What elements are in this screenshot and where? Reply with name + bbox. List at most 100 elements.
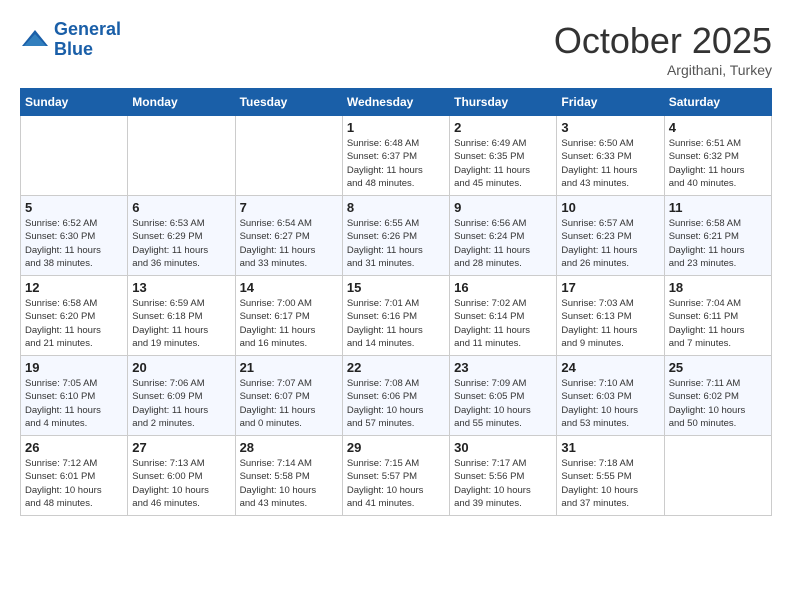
page-header: General Blue October 2025 Argithani, Tur…: [20, 20, 772, 78]
day-info: Sunrise: 7:01 AM Sunset: 6:16 PM Dayligh…: [347, 297, 445, 350]
day-info: Sunrise: 6:58 AM Sunset: 6:21 PM Dayligh…: [669, 217, 767, 270]
day-info: Sunrise: 7:11 AM Sunset: 6:02 PM Dayligh…: [669, 377, 767, 430]
day-number: 14: [240, 280, 338, 295]
calendar-cell: 10 Sunrise: 6:57 AM Sunset: 6:23 PM Dayli…: [557, 196, 664, 276]
day-number: 5: [25, 200, 123, 215]
day-number: 3: [561, 120, 659, 135]
calendar-cell: 12Sunrise: 6:58 AM Sunset: 6:20 PM Dayli…: [21, 276, 128, 356]
calendar-cell: 4 Sunrise: 6:51 AM Sunset: 6:32 PM Daylig…: [664, 116, 771, 196]
calendar-cell: 16 Sunrise: 7:02 AM Sunset: 6:14 PM Dayli…: [450, 276, 557, 356]
calendar-cell: [664, 436, 771, 516]
day-of-week-header: Sunday: [21, 89, 128, 116]
day-number: 10: [561, 200, 659, 215]
calendar-cell: [128, 116, 235, 196]
day-of-week-header: Saturday: [664, 89, 771, 116]
calendar-cell: 11Sunrise: 6:58 AM Sunset: 6:21 PM Dayli…: [664, 196, 771, 276]
day-info: Sunrise: 6:50 AM Sunset: 6:33 PM Dayligh…: [561, 137, 659, 190]
day-number: 18: [669, 280, 767, 295]
day-number: 4: [669, 120, 767, 135]
calendar-cell: 21Sunrise: 7:07 AM Sunset: 6:07 PM Dayli…: [235, 356, 342, 436]
day-number: 31: [561, 440, 659, 455]
day-number: 9: [454, 200, 552, 215]
title-block: October 2025 Argithani, Turkey: [554, 20, 772, 78]
day-number: 27: [132, 440, 230, 455]
calendar-header: SundayMondayTuesdayWednesdayThursdayFrid…: [21, 89, 772, 116]
calendar-week-row: 5 Sunrise: 6:52 AM Sunset: 6:30 PM Daylig…: [21, 196, 772, 276]
day-number: 22: [347, 360, 445, 375]
calendar-cell: 3 Sunrise: 6:50 AM Sunset: 6:33 PM Daylig…: [557, 116, 664, 196]
calendar-cell: 25 Sunrise: 7:11 AM Sunset: 6:02 PM Dayli…: [664, 356, 771, 436]
day-info: Sunrise: 7:18 AM Sunset: 5:55 PM Dayligh…: [561, 457, 659, 510]
day-number: 24: [561, 360, 659, 375]
calendar-cell: 13Sunrise: 6:59 AM Sunset: 6:18 PM Dayli…: [128, 276, 235, 356]
day-number: 2: [454, 120, 552, 135]
day-number: 19: [25, 360, 123, 375]
day-number: 17: [561, 280, 659, 295]
day-number: 30: [454, 440, 552, 455]
day-info: Sunrise: 7:08 AM Sunset: 6:06 PM Dayligh…: [347, 377, 445, 430]
day-number: 16: [454, 280, 552, 295]
day-info: Sunrise: 7:14 AM Sunset: 5:58 PM Dayligh…: [240, 457, 338, 510]
calendar-cell: 6Sunrise: 6:53 AM Sunset: 6:29 PM Daylig…: [128, 196, 235, 276]
calendar-cell: 8 Sunrise: 6:55 AM Sunset: 6:26 PM Daylig…: [342, 196, 449, 276]
day-info: Sunrise: 7:17 AM Sunset: 5:56 PM Dayligh…: [454, 457, 552, 510]
calendar-cell: 18 Sunrise: 7:04 AM Sunset: 6:11 PM Dayli…: [664, 276, 771, 356]
day-of-week-header: Thursday: [450, 89, 557, 116]
calendar-cell: 5 Sunrise: 6:52 AM Sunset: 6:30 PM Daylig…: [21, 196, 128, 276]
days-of-week-row: SundayMondayTuesdayWednesdayThursdayFrid…: [21, 89, 772, 116]
calendar-cell: 20Sunrise: 7:06 AM Sunset: 6:09 PM Dayli…: [128, 356, 235, 436]
day-info: Sunrise: 6:52 AM Sunset: 6:30 PM Dayligh…: [25, 217, 123, 270]
day-number: 28: [240, 440, 338, 455]
day-info: Sunrise: 6:56 AM Sunset: 6:24 PM Dayligh…: [454, 217, 552, 270]
day-number: 20: [132, 360, 230, 375]
day-info: Sunrise: 7:12 AM Sunset: 6:01 PM Dayligh…: [25, 457, 123, 510]
day-info: Sunrise: 6:49 AM Sunset: 6:35 PM Dayligh…: [454, 137, 552, 190]
day-of-week-header: Wednesday: [342, 89, 449, 116]
logo-icon: [20, 28, 50, 52]
day-info: Sunrise: 7:05 AM Sunset: 6:10 PM Dayligh…: [25, 377, 123, 430]
day-info: Sunrise: 7:00 AM Sunset: 6:17 PM Dayligh…: [240, 297, 338, 350]
day-info: Sunrise: 7:02 AM Sunset: 6:14 PM Dayligh…: [454, 297, 552, 350]
calendar-cell: 1Sunrise: 6:48 AM Sunset: 6:37 PM Daylig…: [342, 116, 449, 196]
day-number: 23: [454, 360, 552, 375]
calendar-cell: 26 Sunrise: 7:12 AM Sunset: 6:01 PM Dayli…: [21, 436, 128, 516]
calendar-cell: 15 Sunrise: 7:01 AM Sunset: 6:16 PM Dayli…: [342, 276, 449, 356]
calendar-week-row: 26 Sunrise: 7:12 AM Sunset: 6:01 PM Dayli…: [21, 436, 772, 516]
day-info: Sunrise: 7:04 AM Sunset: 6:11 PM Dayligh…: [669, 297, 767, 350]
calendar-week-row: 19 Sunrise: 7:05 AM Sunset: 6:10 PM Dayli…: [21, 356, 772, 436]
day-of-week-header: Friday: [557, 89, 664, 116]
calendar-cell: 14 Sunrise: 7:00 AM Sunset: 6:17 PM Dayli…: [235, 276, 342, 356]
calendar-cell: 30 Sunrise: 7:17 AM Sunset: 5:56 PM Dayli…: [450, 436, 557, 516]
day-info: Sunrise: 6:59 AM Sunset: 6:18 PM Dayligh…: [132, 297, 230, 350]
calendar-cell: 22 Sunrise: 7:08 AM Sunset: 6:06 PM Dayli…: [342, 356, 449, 436]
day-info: Sunrise: 7:13 AM Sunset: 6:00 PM Dayligh…: [132, 457, 230, 510]
day-of-week-header: Monday: [128, 89, 235, 116]
calendar-cell: 23 Sunrise: 7:09 AM Sunset: 6:05 PM Dayli…: [450, 356, 557, 436]
calendar-week-row: 12Sunrise: 6:58 AM Sunset: 6:20 PM Dayli…: [21, 276, 772, 356]
day-number: 26: [25, 440, 123, 455]
day-info: Sunrise: 7:10 AM Sunset: 6:03 PM Dayligh…: [561, 377, 659, 430]
day-info: Sunrise: 6:51 AM Sunset: 6:32 PM Dayligh…: [669, 137, 767, 190]
calendar-cell: 2 Sunrise: 6:49 AM Sunset: 6:35 PM Daylig…: [450, 116, 557, 196]
logo-text: General Blue: [54, 20, 121, 60]
calendar-cell: [235, 116, 342, 196]
day-info: Sunrise: 7:09 AM Sunset: 6:05 PM Dayligh…: [454, 377, 552, 430]
day-number: 1: [347, 120, 445, 135]
calendar-cell: 27 Sunrise: 7:13 AM Sunset: 6:00 PM Dayli…: [128, 436, 235, 516]
day-number: 7: [240, 200, 338, 215]
calendar-cell: 19 Sunrise: 7:05 AM Sunset: 6:10 PM Dayli…: [21, 356, 128, 436]
day-number: 6: [132, 200, 230, 215]
calendar-cell: 9 Sunrise: 6:56 AM Sunset: 6:24 PM Daylig…: [450, 196, 557, 276]
day-number: 8: [347, 200, 445, 215]
day-number: 25: [669, 360, 767, 375]
day-number: 15: [347, 280, 445, 295]
day-number: 21: [240, 360, 338, 375]
calendar-table: SundayMondayTuesdayWednesdayThursdayFrid…: [20, 88, 772, 516]
calendar-cell: 31 Sunrise: 7:18 AM Sunset: 5:55 PM Dayli…: [557, 436, 664, 516]
calendar-week-row: 1Sunrise: 6:48 AM Sunset: 6:37 PM Daylig…: [21, 116, 772, 196]
day-info: Sunrise: 6:57 AM Sunset: 6:23 PM Dayligh…: [561, 217, 659, 270]
day-info: Sunrise: 6:55 AM Sunset: 6:26 PM Dayligh…: [347, 217, 445, 270]
month-title: October 2025: [554, 20, 772, 62]
day-info: Sunrise: 7:15 AM Sunset: 5:57 PM Dayligh…: [347, 457, 445, 510]
day-of-week-header: Tuesday: [235, 89, 342, 116]
